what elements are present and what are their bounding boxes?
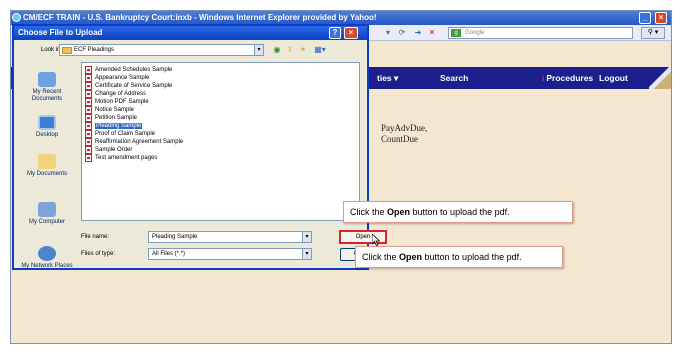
chevron-down-icon[interactable]: ▾ bbox=[302, 248, 312, 260]
file-item[interactable]: Test amendment pages bbox=[85, 154, 157, 162]
nav-utilities[interactable]: ties ▾ bbox=[377, 67, 398, 89]
search-button[interactable]: ⚲ ▾ bbox=[641, 27, 665, 39]
file-item[interactable]: Notice Sample bbox=[85, 106, 134, 114]
instruction-callout: Click the Open button to upload the pdf. bbox=[355, 246, 563, 268]
pdf-file-icon bbox=[85, 154, 92, 162]
pdf-file-icon bbox=[85, 66, 92, 74]
stop-icon[interactable]: ✕ bbox=[427, 28, 437, 38]
nav-search[interactable]: Search bbox=[440, 67, 468, 89]
file-item[interactable]: Petition Sample bbox=[85, 114, 137, 122]
file-item[interactable]: Sample Order bbox=[85, 146, 132, 154]
place-desktop[interactable]: Desktop bbox=[18, 115, 76, 139]
search-provider-icon: g bbox=[451, 29, 461, 37]
background-text: PayAdvDue, bbox=[381, 123, 428, 133]
pdf-file-icon bbox=[85, 98, 92, 106]
file-upload-dialog: Choose File to Upload ? × Look in: ECF P… bbox=[12, 24, 387, 270]
place-my-recent-documents[interactable]: My Recent Documents bbox=[18, 72, 76, 103]
file-item[interactable]: Reaffirmation Agreement Sample bbox=[85, 138, 183, 146]
up-folder-icon[interactable]: ⇧ bbox=[285, 44, 295, 55]
refresh-icon[interactable]: ⟳ bbox=[397, 28, 407, 38]
nav-logout[interactable]: Logout bbox=[599, 67, 628, 89]
minimize-icon[interactable]: _ bbox=[639, 12, 651, 24]
file-list[interactable]: Amended Schedules Sample Appearance Samp… bbox=[81, 62, 360, 221]
pdf-file-icon bbox=[85, 138, 92, 146]
search-input[interactable]: g Google bbox=[448, 27, 633, 39]
pdf-file-icon bbox=[85, 130, 92, 138]
folder-icon bbox=[62, 47, 72, 54]
place-my-computer[interactable]: My Computer bbox=[18, 202, 76, 226]
browser-title-bar: CM/ECF TRAIN - U.S. Bankruptcy Court:inx… bbox=[11, 11, 671, 25]
view-menu-icon[interactable]: ▦▾ bbox=[312, 44, 328, 55]
file-item[interactable]: Motion PDF Sample bbox=[85, 98, 149, 106]
close-icon[interactable]: × bbox=[344, 27, 358, 39]
ie-logo-icon bbox=[12, 13, 21, 22]
my-documents-icon bbox=[38, 154, 56, 169]
new-folder-icon[interactable]: ✶ bbox=[298, 44, 308, 55]
info-icon: i bbox=[542, 73, 545, 83]
pdf-file-icon bbox=[85, 122, 92, 130]
browser-title: CM/ECF TRAIN - U.S. Bankruptcy Court:inx… bbox=[23, 13, 377, 22]
pdf-file-icon bbox=[85, 90, 92, 98]
mouse-cursor-icon bbox=[372, 234, 380, 246]
file-item[interactable]: Amended Schedules Sample bbox=[85, 66, 172, 74]
file-item[interactable]: Appearance Sample bbox=[85, 74, 149, 82]
computer-icon bbox=[38, 202, 56, 217]
pdf-file-icon bbox=[85, 74, 92, 82]
ribbon-icon bbox=[649, 67, 671, 89]
pdf-file-icon bbox=[85, 106, 92, 114]
back-icon[interactable]: ◉ bbox=[272, 44, 282, 55]
file-item[interactable]: Certificate of Service Sample bbox=[85, 82, 172, 90]
chevron-down-icon[interactable]: ▾ bbox=[254, 44, 264, 56]
instruction-callout: Click the Open button to upload the pdf. bbox=[343, 201, 573, 223]
recent-documents-icon bbox=[38, 72, 56, 87]
dropdown-icon[interactable]: ▾ bbox=[383, 28, 393, 38]
desktop-icon bbox=[38, 115, 56, 130]
chevron-down-icon[interactable]: ▾ bbox=[302, 231, 312, 243]
help-icon[interactable]: ? bbox=[329, 27, 341, 39]
file-type-label: Files of type: bbox=[81, 251, 116, 257]
file-item[interactable]: Proof of Claim Sample bbox=[85, 130, 155, 138]
place-my-network-places[interactable]: My Network Places bbox=[18, 246, 76, 270]
nav-procedures[interactable]: i Procedures bbox=[542, 67, 593, 89]
network-icon bbox=[38, 246, 56, 261]
file-item-selected[interactable]: Pleading Sample bbox=[85, 122, 143, 130]
look-in-select[interactable]: ECF Pleadings bbox=[59, 44, 261, 56]
background-text: CountDue bbox=[381, 134, 418, 144]
close-icon[interactable]: × bbox=[655, 12, 667, 24]
pdf-file-icon bbox=[85, 114, 92, 122]
file-item[interactable]: Change of Address bbox=[85, 90, 146, 98]
pdf-file-icon bbox=[85, 146, 92, 154]
pdf-file-icon bbox=[85, 82, 92, 90]
file-name-label: File name: bbox=[81, 234, 110, 240]
dialog-title: Choose File to Upload bbox=[14, 26, 367, 40]
file-name-input[interactable]: Pleading Sample bbox=[148, 231, 311, 243]
go-icon[interactable]: ➜ bbox=[413, 28, 423, 38]
place-my-documents[interactable]: My Documents bbox=[18, 154, 76, 178]
places-bar: My Recent Documents Desktop My Documents… bbox=[18, 62, 76, 270]
file-type-select[interactable]: All Files (*.*) bbox=[148, 248, 311, 260]
